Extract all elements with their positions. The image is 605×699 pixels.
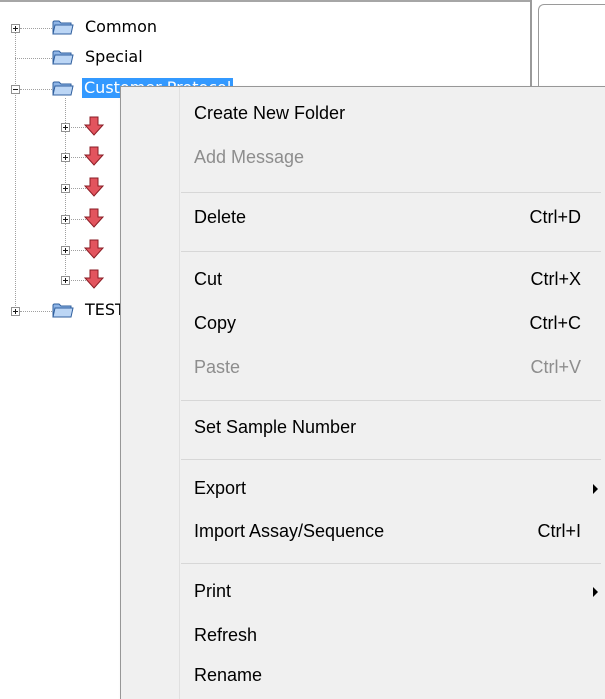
- menu-item-shortcut: Ctrl+V: [530, 357, 581, 377]
- menu-item-paste: Paste Ctrl+V: [121, 347, 605, 391]
- folder-icon: [52, 48, 74, 66]
- tree-connector: [20, 89, 54, 90]
- side-panel-tab: [538, 4, 605, 96]
- menu-item-import-assay-sequence[interactable]: Import Assay/Sequence Ctrl+I: [121, 511, 605, 555]
- menu-item-label: Add Message: [194, 147, 305, 167]
- menu-separator: [181, 459, 601, 460]
- submenu-arrow-icon: [593, 587, 598, 597]
- menu-item-label: Refresh: [194, 625, 258, 645]
- tree-node-special[interactable]: Special: [85, 47, 143, 67]
- menu-item-cut[interactable]: Cut Ctrl+X: [121, 259, 605, 303]
- tree-connector: [20, 28, 54, 29]
- menu-item-delete[interactable]: Delete Ctrl+D: [121, 197, 605, 241]
- collapse-customer-protocol-button[interactable]: [11, 85, 20, 94]
- menu-separator: [181, 563, 601, 564]
- menu-item-label: Delete: [194, 207, 247, 227]
- expand-child-button[interactable]: [61, 153, 70, 162]
- protocol-arrow-icon[interactable]: [84, 208, 104, 228]
- menu-item-add-message: Add Message: [121, 137, 605, 181]
- expand-test-button[interactable]: [11, 307, 20, 316]
- menu-item-export[interactable]: Export: [121, 468, 605, 512]
- menu-item-rename[interactable]: Rename: [121, 655, 605, 699]
- menu-item-shortcut: Ctrl+C: [529, 313, 581, 333]
- expand-child-button[interactable]: [61, 123, 70, 132]
- expand-child-button[interactable]: [61, 184, 70, 193]
- menu-item-create-new-folder[interactable]: Create New Folder: [121, 93, 605, 137]
- menu-separator: [181, 192, 601, 193]
- menu-item-shortcut: Ctrl+D: [529, 207, 581, 227]
- submenu-arrow-icon: [593, 484, 598, 494]
- menu-item-label: Import Assay/Sequence: [194, 521, 385, 541]
- menu-item-label: Create New Folder: [194, 103, 346, 123]
- menu-item-shortcut: Ctrl+I: [537, 521, 581, 541]
- menu-item-print[interactable]: Print: [121, 571, 605, 615]
- panel-top-border: [0, 0, 532, 2]
- expand-common-button[interactable]: [11, 24, 20, 33]
- menu-item-set-sample-number[interactable]: Set Sample Number: [121, 407, 605, 451]
- folder-icon: [52, 18, 74, 36]
- tree-node-test[interactable]: TEST: [85, 300, 125, 320]
- expand-child-button[interactable]: [61, 246, 70, 255]
- menu-item-label: Cut: [194, 269, 223, 289]
- protocol-arrow-icon[interactable]: [84, 177, 104, 197]
- expand-child-button[interactable]: [61, 215, 70, 224]
- expand-child-button[interactable]: [61, 276, 70, 285]
- menu-item-label: Print: [194, 581, 232, 601]
- menu-item-label: Rename: [194, 665, 263, 685]
- menu-item-label: Copy: [194, 313, 237, 333]
- tree-connector: [20, 311, 54, 312]
- menu-item-label: Paste: [194, 357, 241, 377]
- protocol-arrow-icon[interactable]: [84, 239, 104, 259]
- menu-item-label: Export: [194, 478, 247, 498]
- menu-item-copy[interactable]: Copy Ctrl+C: [121, 303, 605, 347]
- folder-icon: [52, 79, 74, 97]
- tree-connector: [15, 28, 16, 316]
- menu-separator: [181, 400, 601, 401]
- menu-item-shortcut: Ctrl+X: [530, 269, 581, 289]
- tree-node-common[interactable]: Common: [85, 17, 157, 37]
- tree-connector: [15, 58, 54, 59]
- menu-item-label: Set Sample Number: [194, 417, 357, 437]
- context-menu: Create New Folder Add Message Delete Ctr…: [120, 86, 605, 699]
- folder-icon: [52, 301, 74, 319]
- protocol-arrow-icon[interactable]: [84, 146, 104, 166]
- protocol-arrow-icon[interactable]: [84, 116, 104, 136]
- menu-separator: [181, 251, 601, 252]
- menu-item-refresh[interactable]: Refresh: [121, 615, 605, 659]
- protocol-arrow-icon[interactable]: [84, 269, 104, 289]
